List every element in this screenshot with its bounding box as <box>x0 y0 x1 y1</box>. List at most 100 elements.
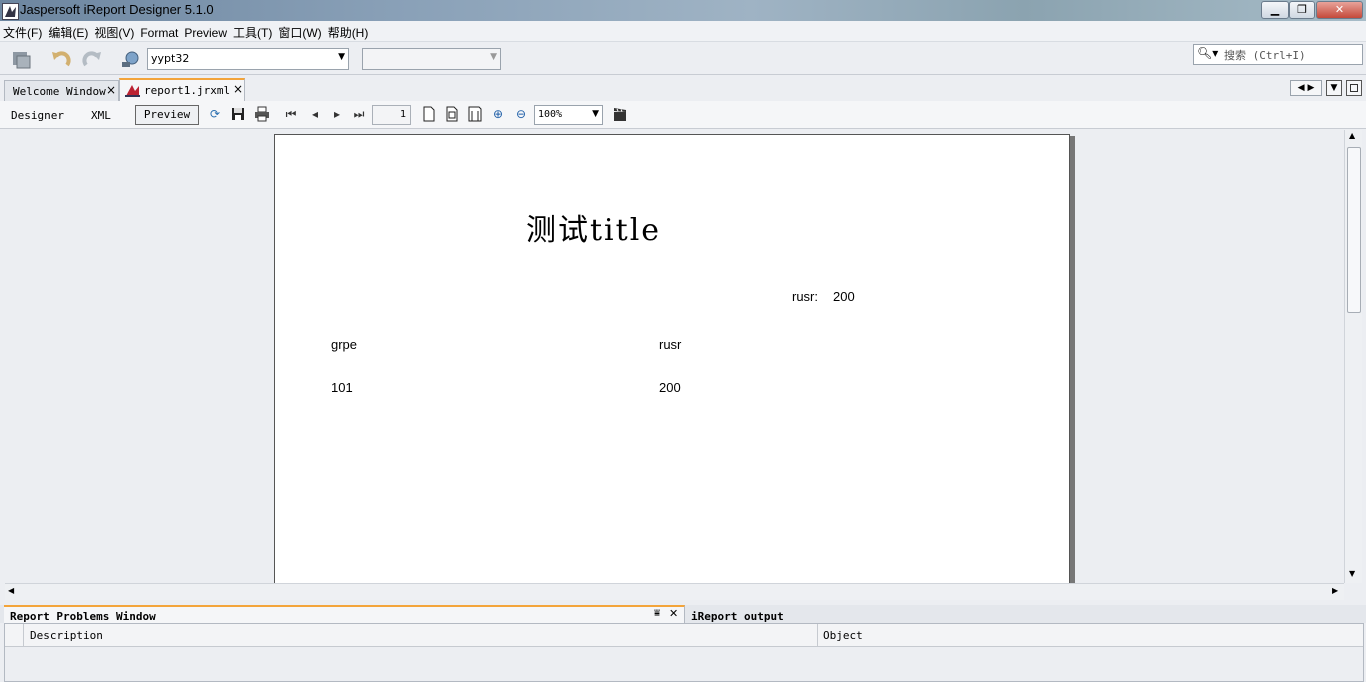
zoom-out-icon: ⊖ <box>515 107 527 121</box>
save-icon <box>13 52 31 69</box>
preview-toolbar: Designer XML Preview ⟳ ⏮ ◂ ▸ ⏭ 1 ⊕ ⊖ 100… <box>0 101 1366 129</box>
actual-size-button[interactable] <box>421 106 437 123</box>
redo-button[interactable] <box>81 48 103 70</box>
problems-panel: Description Object <box>4 623 1364 682</box>
summary-value: 200 <box>833 289 855 304</box>
fit-width-button[interactable] <box>467 106 483 123</box>
export-button[interactable] <box>612 106 628 123</box>
save-all-button[interactable] <box>10 48 32 70</box>
first-page-icon: ⏮ <box>285 107 297 121</box>
tab-label: report1.jrxml <box>144 84 231 97</box>
close-icon[interactable]: ✕ <box>669 607 678 620</box>
search-box[interactable]: 🔍︎▾ 搜索 (Ctrl+I) <box>1193 44 1363 65</box>
redo-icon <box>82 51 101 67</box>
save-button[interactable] <box>230 106 246 123</box>
menu-file[interactable]: 文件(F) <box>0 21 45 41</box>
fit-width-icon <box>468 106 482 122</box>
chevron-right-icon: ▶ <box>1307 83 1315 93</box>
column-object[interactable]: Object <box>823 629 863 642</box>
chevron-left-icon: ◀ <box>1297 83 1305 93</box>
zoom-out-button[interactable]: ⊖ <box>513 106 529 123</box>
vertical-scrollbar[interactable]: ▲ ▼ <box>1344 130 1362 583</box>
minimize-panel-icon[interactable]: ⩸ <box>654 608 660 619</box>
app-icon <box>2 3 19 20</box>
scroll-down-icon: ▼ <box>1349 569 1356 578</box>
search-input[interactable]: 搜索 (Ctrl+I) <box>1224 47 1306 63</box>
tab-label: Welcome Window <box>13 85 106 98</box>
bottom-tabs: Report Problems Window ⩸ ✕ iReport outpu… <box>0 605 1366 625</box>
main-toolbar: yypt32 ▼ ▼ <box>0 42 1366 75</box>
reload-icon: ⟳ <box>209 107 221 121</box>
minimize-button[interactable]: ▁ <box>1261 1 1289 19</box>
zoom-in-button[interactable]: ⊕ <box>490 106 506 123</box>
fit-page-icon <box>446 106 458 122</box>
summary-label: rusr: <box>792 289 818 304</box>
menu-tools[interactable]: 工具(T) <box>230 21 275 41</box>
report-title: 测试title <box>526 213 662 248</box>
column-divider[interactable] <box>817 624 818 646</box>
print-button[interactable] <box>254 106 270 123</box>
minimize-icon: ▁ <box>1270 3 1280 16</box>
tab-close-icon[interactable]: × <box>233 82 243 96</box>
menu-preview[interactable]: Preview <box>181 23 230 40</box>
scroll-up-icon: ▲ <box>1349 131 1356 140</box>
tab-welcome-window[interactable]: Welcome Window × <box>4 80 119 101</box>
tab-report-problems[interactable]: Report Problems Window ⩸ ✕ <box>4 605 685 625</box>
datasource-select[interactable]: yypt32 ▼ <box>147 48 349 70</box>
menu-help[interactable]: 帮助(H) <box>325 21 372 41</box>
prev-page-button[interactable]: ◂ <box>307 106 323 123</box>
zoom-select[interactable]: 100% ▼ <box>534 105 603 125</box>
tab-scroll-buttons[interactable]: ◀ ▶ <box>1290 80 1322 96</box>
scroll-right-icon: ▶ <box>1332 586 1339 595</box>
scroll-left-icon: ◀ <box>8 586 15 595</box>
page-number-input[interactable]: 1 <box>372 105 411 125</box>
preview-mode-button[interactable]: Preview <box>135 105 199 125</box>
undo-button[interactable] <box>50 48 72 70</box>
clapper-icon <box>614 108 626 121</box>
title-bar: Jaspersoft iReport Designer 5.1.0 ▁ ❐ ✕ <box>0 0 1366 21</box>
tab-report1[interactable]: report1.jrxml × <box>119 78 245 102</box>
column-description[interactable]: Description <box>30 629 103 642</box>
column-header-rusr: rusr <box>659 337 682 352</box>
maximize-panel-button[interactable] <box>1346 80 1362 96</box>
menu-window[interactable]: 窗口(W) <box>275 21 324 41</box>
reload-button[interactable]: ⟳ <box>207 106 223 123</box>
secondary-select[interactable]: ▼ <box>362 48 501 70</box>
xml-mode-button[interactable]: XML <box>91 109 111 122</box>
close-button[interactable]: ✕ <box>1316 1 1363 19</box>
first-page-button[interactable]: ⏮ <box>283 106 299 123</box>
tab-ireport-output[interactable]: iReport output <box>691 610 784 623</box>
tab-close-icon[interactable]: × <box>106 83 116 97</box>
chevron-down-icon: ▼ <box>1330 83 1338 93</box>
menu-bar: 文件(F) 编辑(E) 视图(V) Format Preview 工具(T) 窗口(W) 帮助… <box>0 21 1366 42</box>
chevron-down-icon: ▼ <box>592 109 599 119</box>
report-file-icon <box>125 85 140 97</box>
column-header-grpe: grpe <box>331 337 358 352</box>
maximize-icon: ❐ <box>1297 3 1307 16</box>
maximize-button[interactable]: ❐ <box>1289 1 1315 19</box>
menu-edit[interactable]: 编辑(E) <box>45 21 91 41</box>
printer-icon <box>255 106 269 122</box>
menu-format[interactable]: Format <box>137 23 181 40</box>
scroll-thumb[interactable] <box>1347 147 1361 313</box>
menu-view[interactable]: 视图(V) <box>91 21 137 41</box>
prev-page-icon: ◂ <box>311 107 319 121</box>
row-header-cell <box>5 624 24 646</box>
table-cell: 101 <box>331 380 353 395</box>
datasource-button[interactable] <box>120 48 142 70</box>
fit-page-button[interactable] <box>444 106 460 123</box>
designer-mode-button[interactable]: Designer <box>11 109 64 122</box>
table-cell: 200 <box>659 380 681 395</box>
last-page-button[interactable]: ⏭ <box>351 106 367 123</box>
window-title: Jaspersoft iReport Designer 5.1.0 <box>20 2 214 17</box>
tab-label: Report Problems Window <box>10 610 156 623</box>
close-icon: ✕ <box>1334 3 1345 16</box>
report-page: 测试title rusr: 200 grpe rusr 101 200 <box>274 134 1070 583</box>
tab-list-button[interactable]: ▼ <box>1326 80 1342 96</box>
maximize-icon <box>1350 84 1358 92</box>
horizontal-scrollbar[interactable]: ◀ ▶ <box>5 583 1344 600</box>
table-header: Description Object <box>5 624 1363 647</box>
page-icon <box>423 106 435 122</box>
document-tabs: Welcome Window × report1.jrxml × ◀ ▶ ▼ <box>0 75 1366 102</box>
next-page-button[interactable]: ▸ <box>329 106 345 123</box>
